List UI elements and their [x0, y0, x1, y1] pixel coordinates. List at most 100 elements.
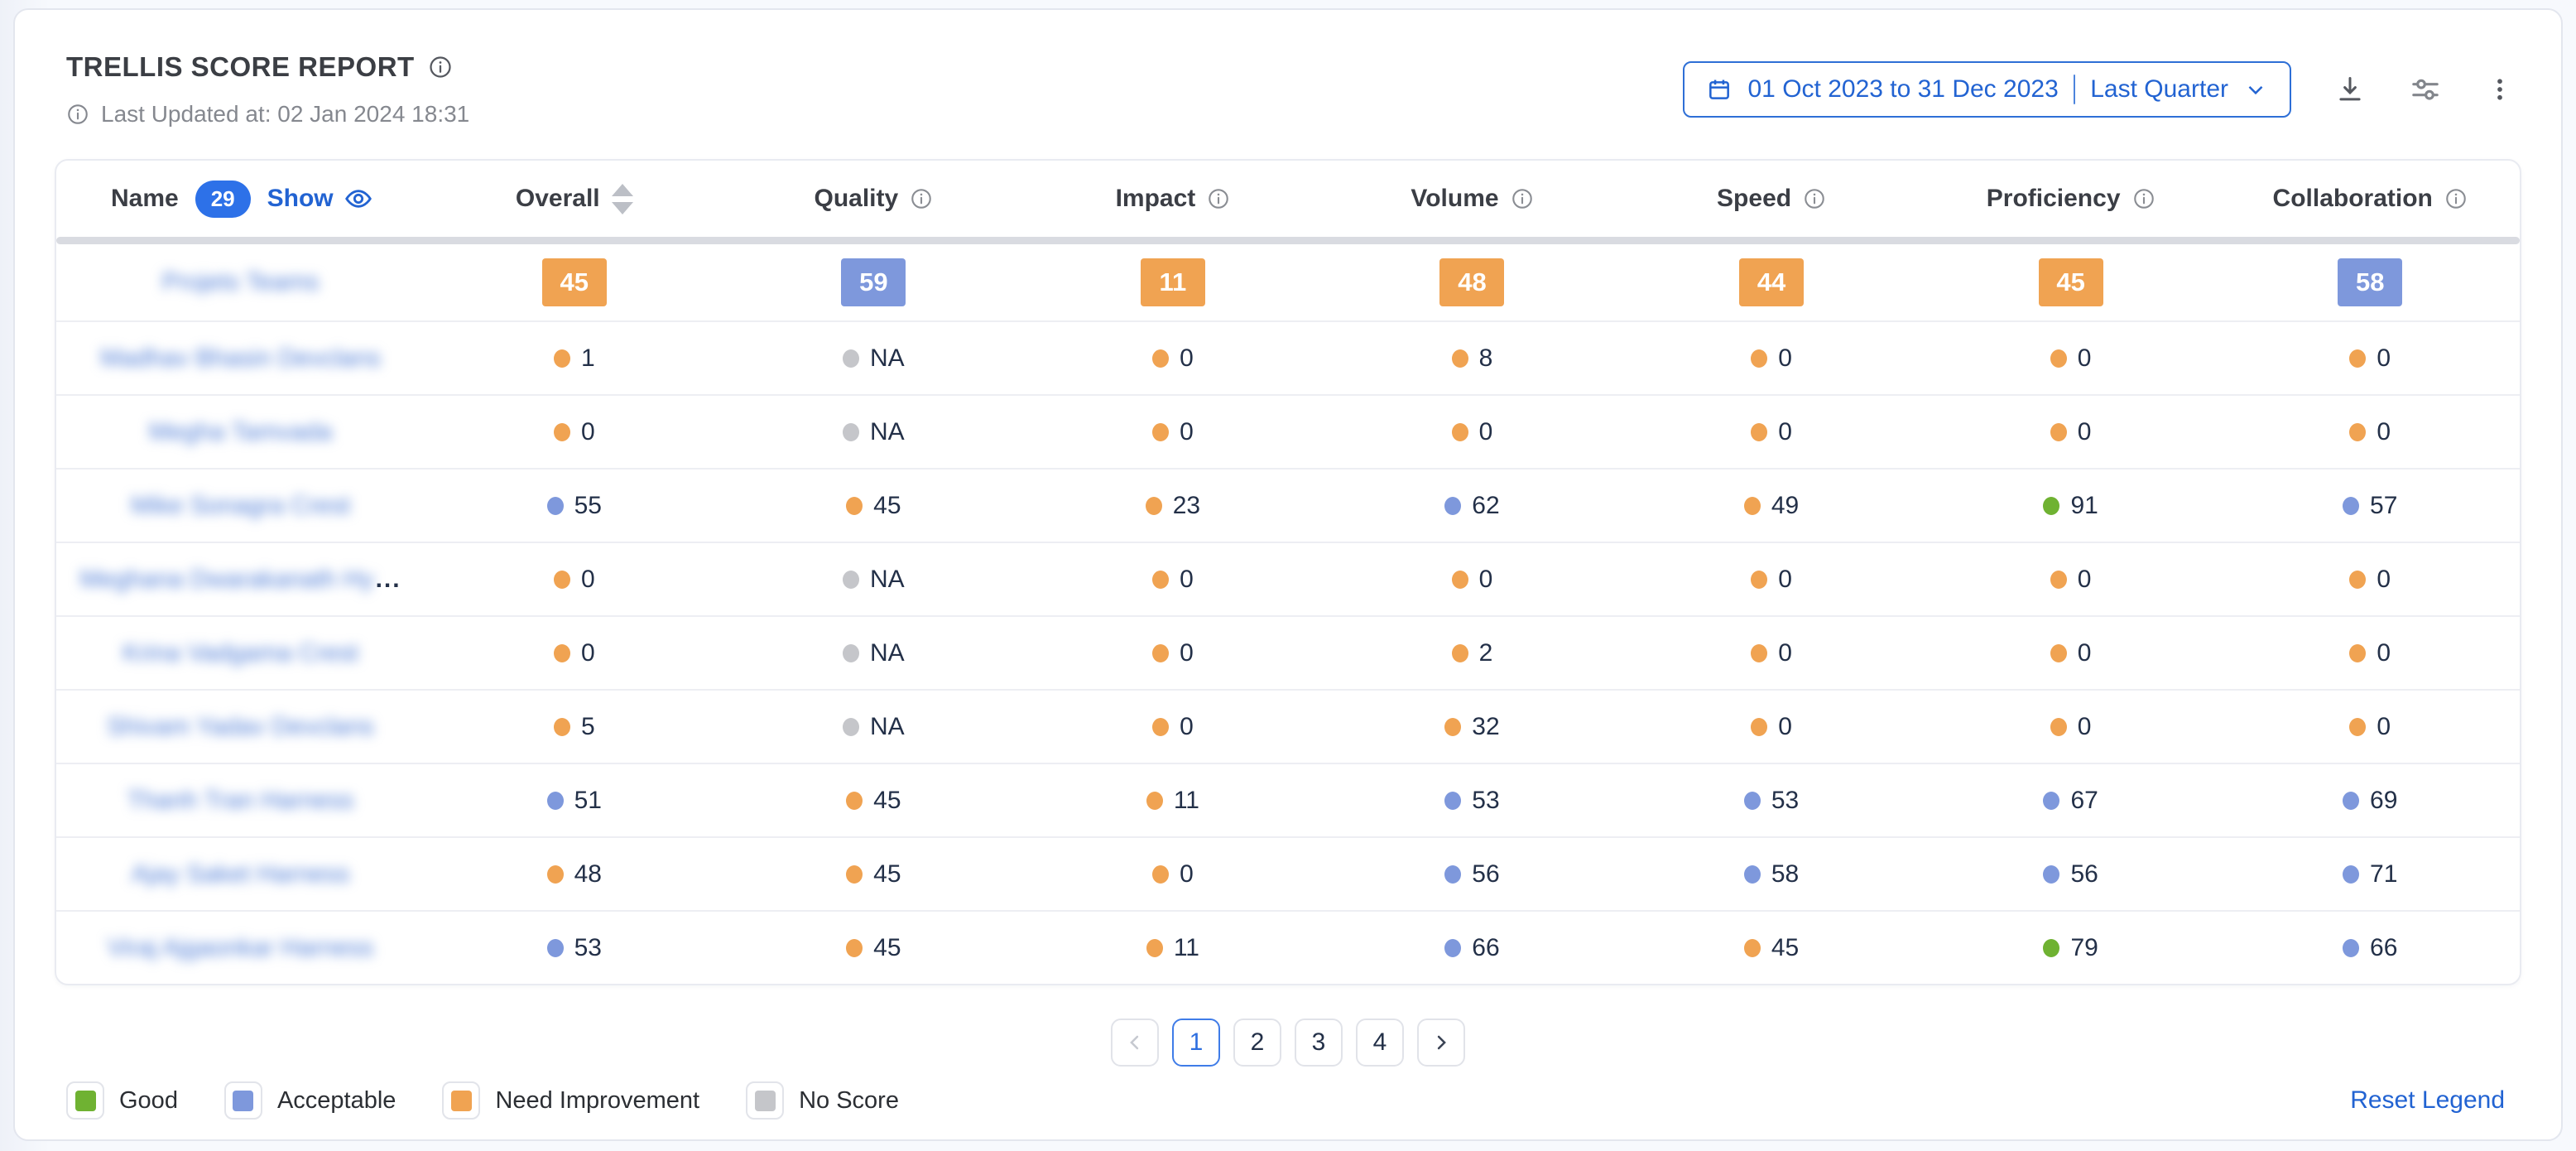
score-cell: 45 [724, 860, 1024, 889]
show-toggle[interactable]: Show [267, 184, 373, 214]
page-title: TRELLIS SCORE REPORT [66, 51, 415, 83]
table-row: Meghana Dwarakanath Hy...0NA00000 [56, 542, 2520, 615]
score-value: 0 [1778, 639, 1792, 667]
score-badge[interactable]: 59 [841, 258, 906, 306]
score-value: 53 [1472, 787, 1499, 815]
report-card: TRELLIS SCORE REPORT Last Updated at: 02… [13, 8, 2563, 1141]
score-value: 45 [873, 860, 901, 889]
score-cell: 48 [425, 860, 724, 889]
info-icon[interactable] [1803, 187, 1826, 210]
score-value: 53 [574, 934, 602, 962]
score-cell: 0 [1023, 639, 1323, 667]
pagination-page-3[interactable]: 3 [1295, 1019, 1343, 1067]
score-status-dot [1744, 792, 1761, 810]
score-status-dot [547, 865, 564, 884]
score-badge[interactable]: 45 [542, 258, 607, 306]
row-name-link[interactable]: Ajay Saket Harness [56, 860, 425, 889]
score-value: 48 [574, 860, 602, 889]
legend-item-good[interactable]: Good [66, 1081, 178, 1120]
score-badge[interactable]: 48 [1439, 258, 1504, 306]
score-cell: NA [724, 418, 1024, 446]
score-cell: 57 [2220, 492, 2520, 520]
score-badge[interactable]: 45 [2039, 258, 2103, 306]
sort-icon[interactable] [612, 184, 633, 214]
row-name-text: Shivam Yadav Devclans [107, 713, 373, 741]
score-cell: 58 [1622, 860, 1921, 889]
score-badge[interactable]: 58 [2338, 258, 2402, 306]
score-cell: 0 [1622, 713, 1921, 741]
pagination-next-button[interactable] [1417, 1019, 1465, 1067]
download-icon[interactable] [2334, 74, 2366, 105]
row-name-link[interactable]: Krina Vadgama Crest [56, 639, 425, 667]
row-name-link[interactable]: Meghana Dwarakanath Hy... [56, 566, 425, 594]
score-value: 0 [2078, 639, 2092, 667]
legend-item-acceptable[interactable]: Acceptable [224, 1081, 396, 1120]
score-value: 0 [2377, 418, 2391, 446]
date-range-picker[interactable]: 01 Oct 2023 to 31 Dec 2023 Last Quarter [1683, 61, 2291, 118]
info-icon[interactable] [910, 187, 933, 210]
page-background: TRELLIS SCORE REPORT Last Updated at: 02… [0, 0, 2576, 1151]
row-name-link[interactable]: Shivam Yadav Devclans [56, 713, 425, 741]
kebab-menu-icon[interactable] [2485, 75, 2515, 104]
horizontal-scrollbar[interactable] [56, 237, 2520, 244]
score-value: 91 [2070, 492, 2098, 520]
score-value: 45 [1771, 934, 1799, 962]
legend-item-need[interactable]: Need Improvement [442, 1081, 699, 1120]
table-row: Ajay Saket Harness4845056585671 [56, 836, 2520, 910]
legend-label: Acceptable [277, 1087, 396, 1115]
score-status-dot [1444, 718, 1461, 736]
pagination-prev-button[interactable] [1111, 1019, 1159, 1067]
pagination-page-2[interactable]: 2 [1233, 1019, 1281, 1067]
row-name-link[interactable]: Mike Sonagra Crest [56, 492, 425, 520]
score-cell: 23 [1023, 492, 1323, 520]
score-badge[interactable]: 11 [1141, 258, 1205, 306]
table-body: Projets Teams 45 59 11 48 44 45 58 Madhav Bhasin… [56, 244, 2520, 984]
legend-swatch [451, 1091, 472, 1111]
score-table: Name 29 Show OverallQualityImpactVolumeS… [55, 159, 2521, 985]
row-name-link[interactable]: Projets Teams [56, 268, 425, 296]
score-value: 1 [581, 344, 595, 373]
column-header-overall[interactable]: Overall [425, 184, 724, 214]
eye-icon [344, 184, 373, 214]
score-cell: 91 [1921, 492, 2221, 520]
score-status-dot [554, 644, 570, 662]
score-status-dot [846, 497, 863, 515]
score-cell: 0 [2220, 344, 2520, 373]
row-name-link[interactable]: Thanh Tran Harness [56, 787, 425, 815]
score-status-dot [843, 423, 859, 441]
info-icon[interactable] [1511, 187, 1534, 210]
column-header-impact: Impact [1023, 185, 1323, 213]
name-count-badge[interactable]: 29 [195, 181, 251, 218]
filter-settings-icon[interactable] [2409, 73, 2442, 106]
reset-legend-link[interactable]: Reset Legend [2350, 1086, 2505, 1115]
score-status-dot [2050, 571, 2067, 589]
row-name-link[interactable]: Madhav Bhasin Devclans [56, 344, 425, 373]
title-info-icon[interactable] [428, 55, 453, 79]
score-cell: 0 [1023, 860, 1323, 889]
column-label: Volume [1411, 185, 1498, 213]
score-status-dot [1452, 349, 1468, 368]
score-status-dot [1152, 349, 1169, 368]
score-badge[interactable]: 44 [1739, 258, 1804, 306]
score-cell: 0 [1622, 418, 1921, 446]
score-value: 11 [1174, 934, 1199, 962]
date-preset-text: Last Quarter [2090, 75, 2228, 104]
legend-swatch-box [442, 1081, 480, 1120]
info-icon[interactable] [2444, 187, 2468, 210]
score-status-dot [1444, 939, 1461, 957]
legend-item-none[interactable]: No Score [746, 1081, 899, 1120]
info-icon[interactable] [1207, 187, 1230, 210]
pagination-page-1[interactable]: 1 [1172, 1019, 1220, 1067]
score-status-dot [1152, 423, 1169, 441]
row-name-link[interactable]: Viraj Ajgaonkar Harness [56, 934, 425, 962]
score-cell: 0 [1921, 566, 2221, 594]
score-value: 8 [1479, 344, 1493, 373]
score-value: 2 [1479, 639, 1493, 667]
row-name-text: Thanh Tran Harness [127, 787, 353, 815]
score-cell: 51 [425, 787, 724, 815]
column-label: Impact [1116, 185, 1196, 213]
score-value: 0 [1180, 566, 1194, 594]
info-icon[interactable] [2132, 187, 2155, 210]
row-name-link[interactable]: Megha Tamvada [56, 418, 425, 446]
pagination-page-4[interactable]: 4 [1356, 1019, 1404, 1067]
